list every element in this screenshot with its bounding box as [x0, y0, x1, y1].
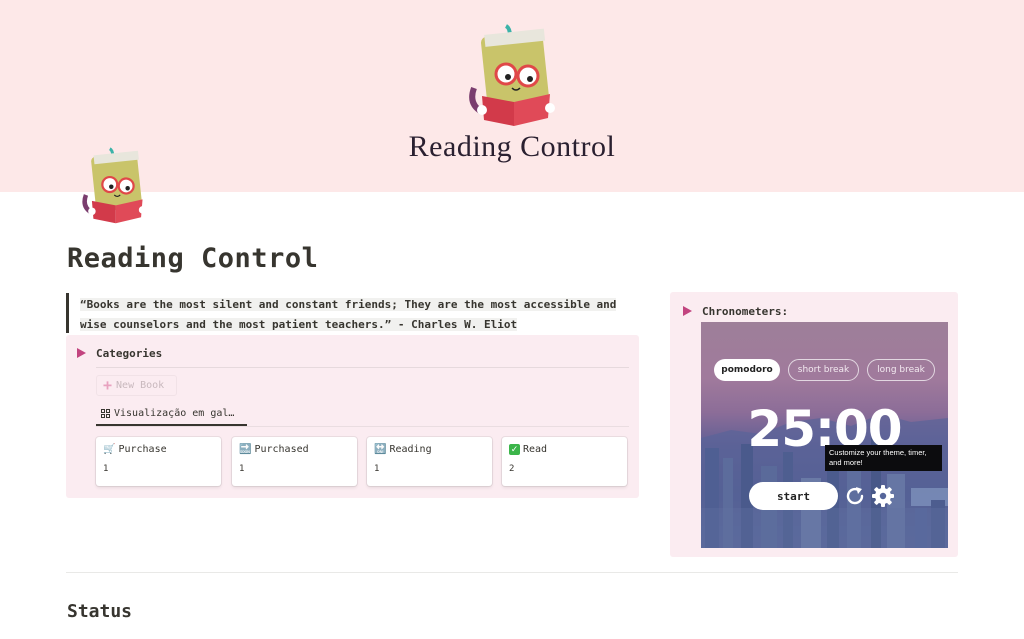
categories-callout: Categories + New Book Visualização em ga… [66, 335, 639, 498]
gallery-view-label: Visualização em gal… [114, 408, 235, 419]
card-title: Purchase [118, 444, 167, 455]
quote-line-1: “Books are the most silent and constant … [80, 298, 617, 311]
card-title: Read [523, 444, 548, 455]
on-arrow-icon: 🔛 [374, 444, 387, 455]
categories-heading: Categories [96, 347, 163, 360]
toggle-arrow-icon[interactable] [683, 306, 692, 316]
mode-long-break-button[interactable]: long break [867, 359, 935, 381]
card-count: 1 [374, 464, 380, 474]
gallery-card-purchased[interactable]: 🔜 Purchased 1 [232, 437, 357, 486]
quote-line-2: wise counselors and the most patient tea… [80, 318, 518, 331]
card-title: Purchased [254, 444, 309, 455]
chronometers-callout: Chronometers: pomodoro short break long … [670, 292, 958, 557]
status-heading: Status [67, 601, 133, 622]
page-icon[interactable] [80, 146, 150, 226]
soon-arrow-icon: 🔜 [239, 444, 252, 455]
start-button[interactable]: start [749, 482, 838, 510]
card-title: Reading [389, 444, 432, 455]
toggle-arrow-icon[interactable] [77, 348, 86, 358]
chronometers-heading: Chronometers: [702, 305, 789, 318]
check-mark-icon: ✓ [509, 444, 520, 455]
book-mascot-icon [469, 24, 555, 126]
divider [96, 367, 629, 368]
page-title: Reading Control [67, 243, 319, 274]
new-book-button[interactable]: + New Book [96, 375, 177, 396]
quote-block: “Books are the most silent and constant … [66, 293, 632, 333]
card-count: 1 [103, 464, 109, 474]
tab-underline [96, 426, 629, 427]
gallery-view-tab[interactable]: Visualização em gal… [96, 403, 247, 426]
pomodoro-widget: pomodoro short break long break 25:00 Cu… [701, 322, 948, 548]
new-book-label: New Book [116, 380, 165, 391]
plus-icon: + [103, 376, 113, 394]
reset-icon[interactable] [843, 484, 867, 508]
card-count: 2 [509, 464, 515, 474]
section-divider [66, 572, 958, 573]
gallery-grid-icon [101, 409, 110, 418]
cover-title: Reading Control [408, 130, 616, 163]
gallery-card-read[interactable]: ✓ Read 2 [502, 437, 627, 486]
gear-icon[interactable] [871, 484, 895, 508]
gallery-card-purchase[interactable]: 🛒 Purchase 1 [96, 437, 221, 486]
mode-pomodoro-button[interactable]: pomodoro [714, 359, 780, 381]
cover-banner: Reading Control [0, 0, 1024, 192]
card-count: 1 [239, 464, 245, 474]
shopping-cart-icon: 🛒 [103, 444, 116, 455]
customize-tooltip: Customize your theme, timer, and more! [825, 445, 942, 471]
mode-short-break-button[interactable]: short break [788, 359, 859, 381]
gallery-card-reading[interactable]: 🔛 Reading 1 [367, 437, 492, 486]
